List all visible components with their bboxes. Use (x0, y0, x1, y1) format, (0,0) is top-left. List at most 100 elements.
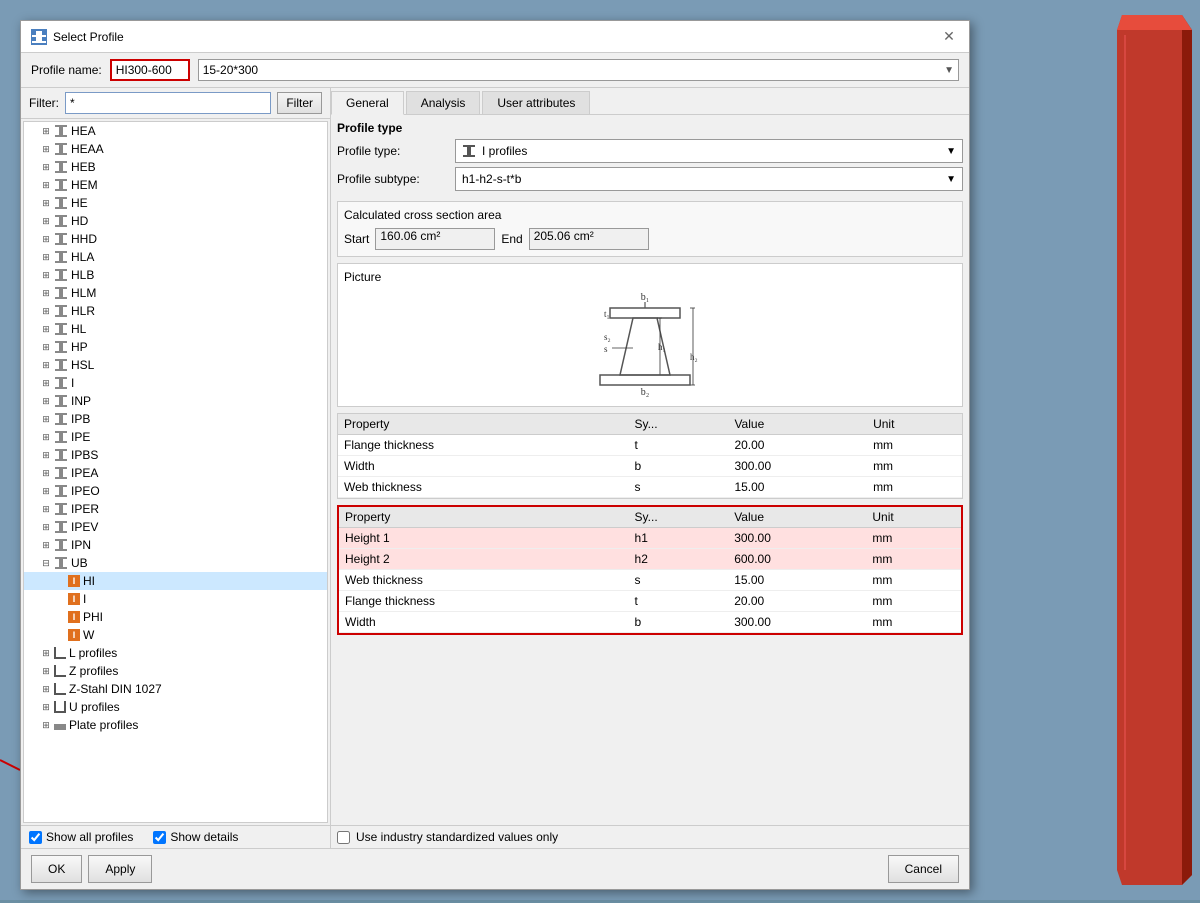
var-value-cell: 600.00 (728, 549, 866, 570)
profile-type-value: I profiles (462, 144, 527, 158)
tree-item-HE[interactable]: ⊞ HE (24, 194, 327, 212)
tree-item-Uprofiles[interactable]: ⊞ U profiles (24, 698, 327, 716)
tree-item-IPN[interactable]: ⊞ IPN (24, 536, 327, 554)
Z-icon (54, 665, 66, 677)
profile-type-select[interactable]: I profiles ▼ (455, 139, 963, 163)
tree-label: Z profiles (69, 664, 118, 678)
show-details-label[interactable]: Show details (153, 830, 238, 844)
var-val-col-header: Value (728, 507, 866, 528)
tree-item-HSL[interactable]: ⊞ HSL (24, 356, 327, 374)
tree-label: I (83, 592, 86, 606)
tab-analysis[interactable]: Analysis (406, 91, 481, 114)
expand-icon: ⊞ (40, 521, 52, 533)
var-unit-cell: mm (866, 549, 961, 570)
tree-item-HEA[interactable]: ⊞ HEA (24, 122, 327, 140)
tree-item-HD[interactable]: ⊞ HD (24, 212, 327, 230)
var-symbol-cell: h1 (629, 528, 729, 549)
property-cell: Web thickness (338, 477, 628, 498)
tree-item-IPEV[interactable]: ⊞ IPEV (24, 518, 327, 536)
tree-item-IPB[interactable]: ⊞ IPB (24, 410, 327, 428)
chevron-down-icon: ▼ (946, 174, 956, 185)
tree-item-HI[interactable]: I HI (24, 572, 327, 590)
tree-item-Zprofiles[interactable]: ⊞ Z profiles (24, 662, 327, 680)
tree-item-IPEA[interactable]: ⊞ IPEA (24, 464, 327, 482)
ibeam-icon (54, 520, 68, 534)
tree-item-HLB[interactable]: ⊞ HLB (24, 266, 327, 284)
tree-item-INP[interactable]: ⊞ INP (24, 392, 327, 410)
tree-item-HLR[interactable]: ⊞ HLR (24, 302, 327, 320)
unit-cell: mm (867, 435, 962, 456)
tree-label: HLB (71, 268, 94, 282)
tree-item-HLM[interactable]: ⊞ HLM (24, 284, 327, 302)
var-property-cell: Web thickness (339, 570, 629, 591)
tab-user-attributes[interactable]: User attributes (482, 91, 590, 114)
apply-button[interactable]: Apply (88, 855, 152, 883)
tree-label: IPB (71, 412, 90, 426)
picture-box: Picture b₁ t₁ (337, 263, 963, 407)
show-details-checkbox[interactable] (153, 831, 166, 844)
tree-item-I2[interactable]: I I (24, 590, 327, 608)
var-prop-col-header: Property (339, 507, 629, 528)
tree-item-IPE[interactable]: ⊞ IPE (24, 428, 327, 446)
end-label: End (501, 232, 522, 246)
profile-name-dropdown[interactable]: 15-20*300 ▼ (198, 59, 959, 81)
chevron-down-icon: ▼ (946, 146, 956, 157)
tree-label: HE (71, 196, 88, 210)
ibeam-icon (54, 376, 68, 390)
chevron-down-icon: ▼ (944, 65, 954, 76)
tree-item-Lprofiles[interactable]: ⊞ L profiles (24, 644, 327, 662)
tree-label: HHD (71, 232, 97, 246)
svg-text:h₂: h₂ (690, 352, 698, 362)
expand-icon: ⊞ (40, 503, 52, 515)
var-row-web-thickness: Web thickness s 15.00 mm (339, 570, 961, 591)
var-sym-col-header: Sy... (629, 507, 729, 528)
cancel-button[interactable]: Cancel (888, 855, 959, 883)
tree-item-HL[interactable]: ⊞ HL (24, 320, 327, 338)
tree-item-IPER[interactable]: ⊞ IPER (24, 500, 327, 518)
industry-checkbox[interactable] (337, 831, 350, 844)
tree-label: HL (71, 322, 86, 336)
filter-input[interactable] (65, 92, 271, 114)
ibeam-icon (54, 160, 68, 174)
tree-item-ZStahl[interactable]: ⊞ Z-Stahl DIN 1027 (24, 680, 327, 698)
tree-item-HHD[interactable]: ⊞ HHD (24, 230, 327, 248)
icon-svg (31, 29, 47, 45)
tree-item-HEAA[interactable]: ⊞ HEAA (24, 140, 327, 158)
ibeam-icon (54, 340, 68, 354)
tree-item-W[interactable]: I W (24, 626, 327, 644)
tree-item-Plateprofiles[interactable]: ⊞ Plate profiles (24, 716, 327, 734)
tree-item-PHI[interactable]: I PHI (24, 608, 327, 626)
profile-subtype-row: Profile subtype: h1-h2-s-t*b ▼ (337, 167, 963, 191)
tree-label: HEB (71, 160, 96, 174)
ok-button[interactable]: OK (31, 855, 82, 883)
filter-row: Filter: Filter (21, 88, 330, 119)
tab-general[interactable]: General (331, 91, 404, 115)
tree-item-HEM[interactable]: ⊞ HEM (24, 176, 327, 194)
tree-item-UB[interactable]: ⊟ UB (24, 554, 327, 572)
var-value-cell: 300.00 (728, 612, 866, 633)
ibeam-icon (54, 214, 68, 228)
tree-label: I (71, 376, 74, 390)
ibeam-icon (54, 322, 68, 336)
tree-item-I[interactable]: ⊞ I (24, 374, 327, 392)
tree-item-IPEO[interactable]: ⊞ IPEO (24, 482, 327, 500)
tree-item-HP[interactable]: ⊞ HP (24, 338, 327, 356)
tree-label: HEM (71, 178, 98, 192)
tree-item-HEB[interactable]: ⊞ HEB (24, 158, 327, 176)
filter-button[interactable]: Filter (277, 92, 322, 114)
show-all-checkbox[interactable] (29, 831, 42, 844)
show-all-label[interactable]: Show all profiles (29, 830, 133, 844)
tree-label: IPE (71, 430, 90, 444)
profile-subtype-select[interactable]: h1-h2-s-t*b ▼ (455, 167, 963, 191)
tree-container[interactable]: ⊞ HEA ⊞ HEAA ⊞ HEB ⊞ HEM (23, 121, 328, 823)
tree-item-IPBS[interactable]: ⊞ IPBS (24, 446, 327, 464)
profile-name-row: Profile name: 15-20*300 ▼ (21, 53, 969, 88)
ibeam-icon (54, 394, 68, 408)
filter-label: Filter: (29, 96, 59, 110)
close-button[interactable]: ✕ (939, 27, 959, 47)
ibeam-icon (54, 232, 68, 246)
tree-label: HSL (71, 358, 94, 372)
U-icon (54, 701, 66, 713)
profile-name-input[interactable] (110, 59, 190, 81)
tree-item-HLA[interactable]: ⊞ HLA (24, 248, 327, 266)
